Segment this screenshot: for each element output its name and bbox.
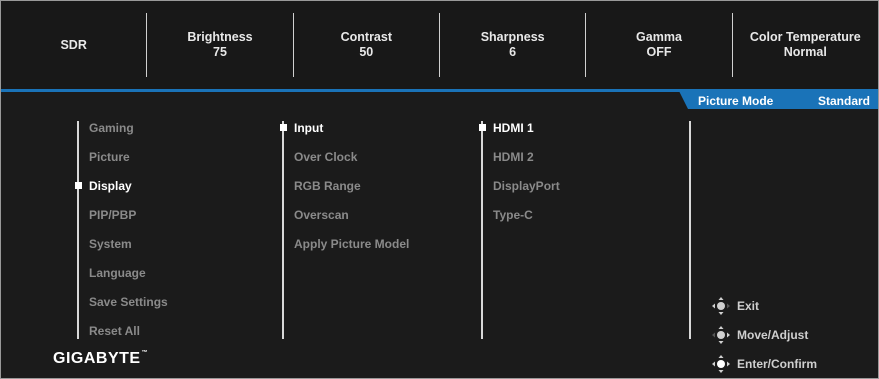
menu-item-label: Save Settings: [89, 295, 168, 309]
option-hdmi-2[interactable]: HDMI 2: [481, 147, 560, 176]
menu-item-label: Picture: [89, 150, 130, 164]
status-bar: SDR Brightness 75 Contrast 50 Sharpness …: [1, 1, 878, 89]
menu-item-label: Language: [89, 266, 146, 280]
sub-menu: Input Over Clock RGB Range Overscan Appl…: [280, 118, 409, 339]
hint-label: Move/Adjust: [737, 327, 809, 342]
selection-marker-icon: [75, 182, 82, 189]
joystick-left-icon: [712, 296, 730, 315]
status-label: SDR: [60, 37, 87, 52]
menu-item-save-settings[interactable]: Save Settings: [77, 292, 168, 321]
selection-marker-icon: [280, 124, 287, 131]
osd-screen: SDR Brightness 75 Contrast 50 Sharpness …: [0, 0, 879, 379]
submenu-item-over-clock[interactable]: Over Clock: [282, 147, 409, 176]
trademark-mark: ™: [141, 350, 149, 356]
hint-label: Exit: [737, 298, 760, 313]
hint-enter-confirm: Enter/Confirm: [711, 349, 817, 378]
submenu-item-label: Input: [294, 121, 324, 135]
hint-label: Enter/Confirm: [737, 356, 818, 371]
status-sdr: SDR: [1, 13, 148, 77]
status-label: Sharpness: [480, 30, 545, 44]
option-displayport[interactable]: DisplayPort: [481, 176, 560, 205]
picture-mode-tab: Picture Mode Standard: [678, 89, 878, 109]
menu-item-picture[interactable]: Picture: [77, 147, 168, 176]
gigabyte-logo: GIGABYTE™: [53, 350, 148, 368]
menu-item-label: PIP/PBP: [89, 208, 137, 222]
status-label: Brightness: [187, 30, 253, 44]
status-value: OFF: [646, 45, 672, 59]
submenu-item-label: Apply Picture Model: [294, 237, 410, 251]
status-gamma: Gamma OFF: [586, 13, 733, 77]
submenu-item-label: Overscan: [294, 208, 349, 222]
status-value: 6: [509, 45, 517, 59]
joystick-move-icon: [712, 325, 730, 344]
hint-move-adjust: Move/Adjust: [711, 320, 817, 349]
status-label: Gamma: [636, 30, 682, 44]
main-menu: Gaming Picture Display PIP/PBP System La…: [75, 118, 168, 350]
submenu-item-rgb-range[interactable]: RGB Range: [282, 176, 409, 205]
option-label: HDMI 1: [493, 121, 534, 135]
menu-item-label: Reset All: [89, 324, 140, 338]
status-brightness: Brightness 75: [147, 13, 294, 77]
submenu-item-overscan[interactable]: Overscan: [282, 205, 409, 234]
status-value: Normal: [783, 45, 827, 59]
control-hints: Exit Move/Adjust Enter/Confirm: [711, 291, 817, 378]
submenu-item-label: Over Clock: [294, 150, 358, 164]
picture-mode-value: Standard: [817, 94, 870, 108]
status-contrast: Contrast 50: [294, 13, 440, 77]
picture-mode-label: Picture Mode: [698, 94, 774, 108]
menu-item-label: Gaming: [89, 121, 134, 135]
status-sharpness: Sharpness 6: [440, 13, 587, 77]
selection-marker-icon: [479, 124, 486, 131]
status-value: 75: [213, 45, 227, 59]
status-label: Contrast: [340, 30, 393, 44]
status-value: 50: [359, 45, 374, 59]
options-menu: HDMI 1 HDMI 2 DisplayPort Type-C: [479, 118, 560, 339]
option-label: DisplayPort: [493, 179, 560, 193]
menu-item-pip-pbp[interactable]: PIP/PBP: [77, 205, 168, 234]
option-label: Type-C: [493, 208, 533, 222]
menu-item-system[interactable]: System: [77, 234, 168, 263]
menu-item-reset-all[interactable]: Reset All: [77, 321, 168, 350]
option-type-c[interactable]: Type-C: [481, 205, 560, 234]
menu-item-label: Display: [89, 179, 132, 193]
option-label: HDMI 2: [493, 150, 534, 164]
logo-text: GIGABYTE: [53, 350, 141, 367]
menu-item-language[interactable]: Language: [77, 263, 168, 292]
menu-item-display[interactable]: Display: [75, 176, 168, 205]
menu-item-gaming[interactable]: Gaming: [77, 118, 168, 147]
submenu-item-label: RGB Range: [294, 179, 361, 193]
hint-exit: Exit: [711, 291, 817, 320]
option-hdmi-1[interactable]: HDMI 1: [479, 118, 560, 147]
submenu-item-input[interactable]: Input: [280, 118, 409, 147]
menu-item-label: System: [89, 237, 132, 251]
divider: [689, 121, 691, 339]
joystick-press-icon: [712, 354, 730, 373]
status-color-temperature: Color Temperature Normal: [733, 13, 878, 77]
status-label: Color Temperature: [749, 30, 861, 44]
submenu-item-apply-picture-model[interactable]: Apply Picture Model: [282, 234, 409, 263]
